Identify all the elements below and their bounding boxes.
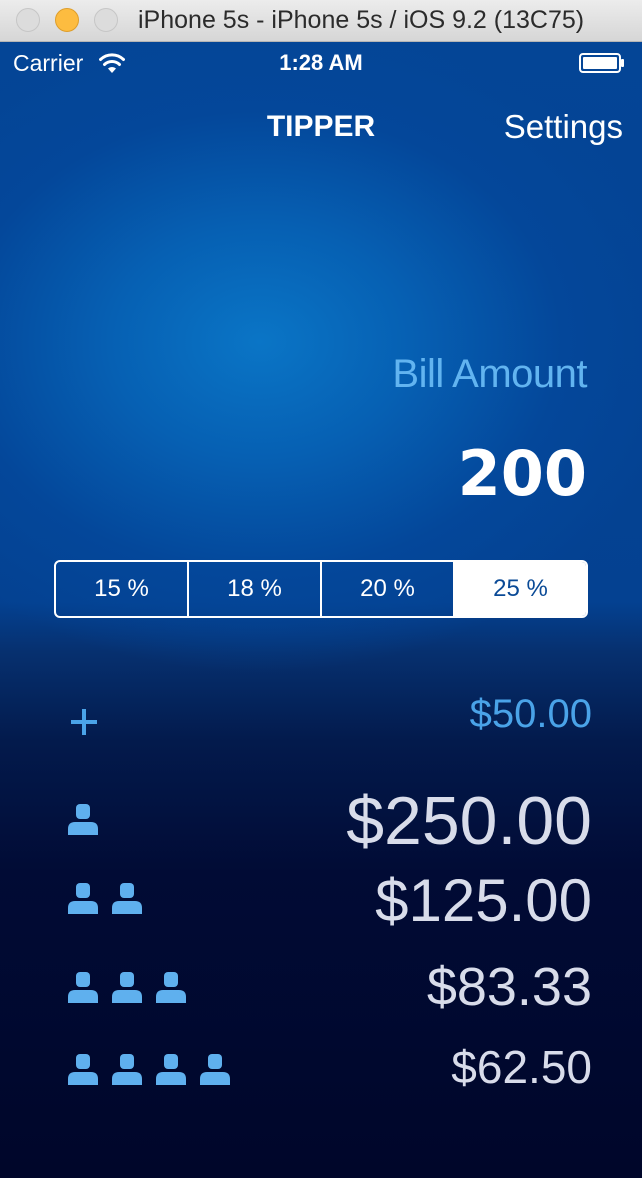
settings-button[interactable]: Settings [504,108,623,146]
phone-screen: Carrier 1:28 AM TIPPER Settings Bill Amo… [0,42,642,1178]
window-titlebar: iPhone 5s - iPhone 5s / iOS 9.2 (13C75) [0,0,642,42]
status-time: 1:28 AM [279,50,363,75]
bill-amount-label: Bill Amount [392,352,587,396]
person-icon [68,972,98,1003]
tip-segment-25[interactable]: 25 % [455,562,586,616]
tip-segment-15[interactable]: 15 % [56,562,189,616]
person-icon [156,972,186,1003]
person-icon [112,883,142,914]
total-amount-3: $83.33 [426,957,592,1017]
tip-percent-segmented-control: 15 % 18 % 20 % 25 % [54,560,588,618]
window-title: iPhone 5s - iPhone 5s / iOS 9.2 (13C75) [138,6,585,34]
simulator-window: iPhone 5s - iPhone 5s / iOS 9.2 (13C75) … [0,0,642,1178]
battery-icon [579,53,624,73]
bill-amount-input[interactable] [187,437,587,510]
close-window-button[interactable] [16,8,40,32]
people-icons [66,802,100,836]
minimize-window-button[interactable] [55,8,79,32]
person-icon [68,1054,98,1085]
total-amount-1: $250.00 [346,783,592,859]
total-amount-2: $125.00 [375,867,592,934]
people-icons [66,881,144,915]
person-icon [200,1054,230,1085]
tip-amount: $50.00 [469,692,592,736]
people-icons [66,970,188,1004]
person-icon [156,1054,186,1085]
person-icon [112,1054,142,1085]
tip-segment-20[interactable]: 20 % [322,562,455,616]
total-amount-4: $62.50 [451,1041,592,1093]
person-icon [112,972,142,1003]
person-icon [68,883,98,914]
zoom-window-button[interactable] [94,8,118,32]
person-icon [68,804,98,835]
tip-segment-18[interactable]: 18 % [189,562,322,616]
plus-icon [71,709,97,735]
people-icons [66,1052,232,1086]
